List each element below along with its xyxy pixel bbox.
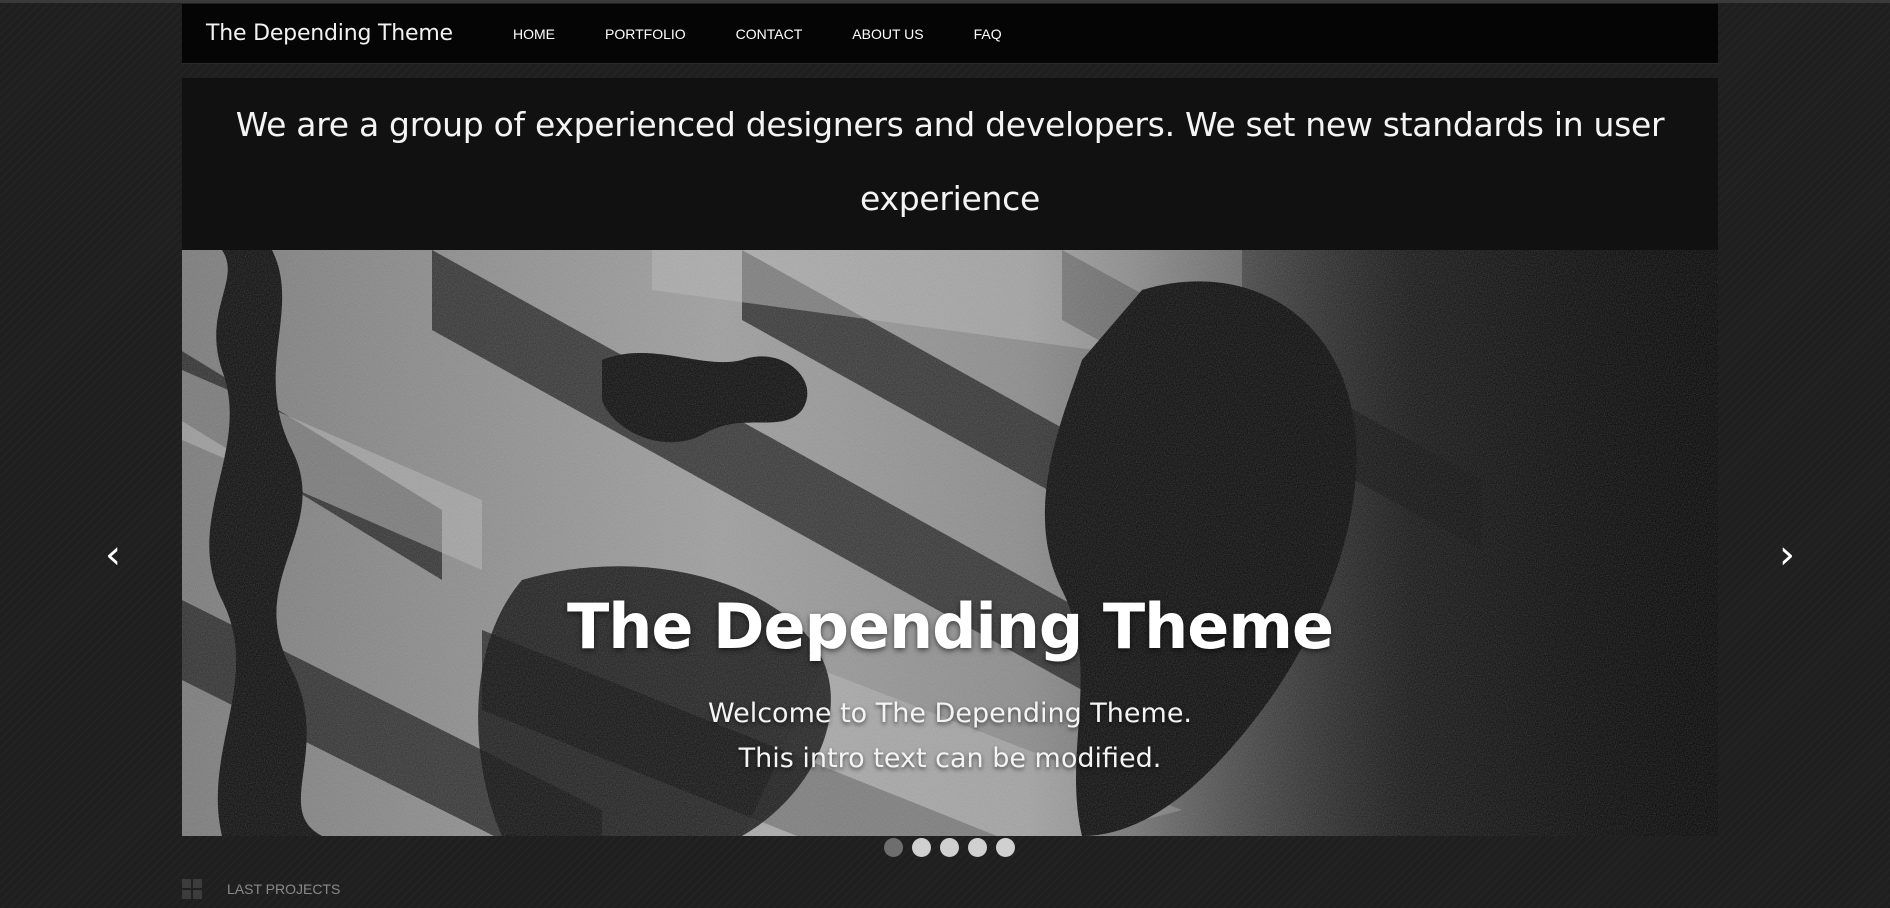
nav-link-contact[interactable]: CONTACT [711, 4, 828, 64]
nav-item-about-us: ABOUT US [827, 4, 948, 64]
slider-prev-arrow-icon[interactable]: ‹ [93, 530, 133, 580]
navbar: The Depending Theme HOME PORTFOLIO CONTA… [182, 4, 1718, 64]
top-strip [0, 0, 1890, 3]
brand-title[interactable]: The Depending Theme [206, 4, 453, 64]
slider-dot-5[interactable] [996, 838, 1015, 857]
slider-dot-2[interactable] [912, 838, 931, 857]
last-projects-header: LAST PROJECTS [182, 878, 340, 900]
hero-slider: The Depending Theme Welcome to The Depen… [182, 250, 1718, 836]
section-title: LAST PROJECTS [227, 881, 341, 897]
slider-dot-3[interactable] [940, 838, 959, 857]
slider-next-arrow-icon[interactable]: › [1767, 530, 1807, 580]
nav-link-about-us[interactable]: ABOUT US [827, 4, 948, 64]
slider-dot-1[interactable] [884, 838, 903, 857]
slider-dot-4[interactable] [968, 838, 987, 857]
nav-link-faq[interactable]: FAQ [949, 4, 1027, 64]
tagline-line-1: We are a group of experienced designers … [235, 105, 1665, 218]
hero-caption: The Depending Theme Welcome to The Depen… [182, 590, 1718, 781]
hero-intro-text: Welcome to The Depending Theme. This int… [182, 691, 1718, 781]
nav-item-portfolio: PORTFOLIO [580, 4, 711, 64]
main-nav: HOME PORTFOLIO CONTACT ABOUT US FAQ [488, 4, 1027, 64]
nav-link-home[interactable]: HOME [488, 4, 580, 64]
grid-icon [182, 879, 202, 899]
nav-item-faq: FAQ [949, 4, 1027, 64]
hero-intro-line-1: Welcome to The Depending Theme. [707, 698, 1193, 729]
nav-link-portfolio[interactable]: PORTFOLIO [580, 4, 711, 64]
hero-intro-line-2: This intro text can be modified. [738, 743, 1162, 774]
tagline-banner: We are a group of experienced designers … [182, 78, 1718, 292]
hero-title: The Depending Theme [566, 590, 1334, 663]
nav-item-contact: CONTACT [711, 4, 828, 64]
slider-pagination [884, 838, 1024, 857]
nav-item-home: HOME [488, 4, 580, 64]
